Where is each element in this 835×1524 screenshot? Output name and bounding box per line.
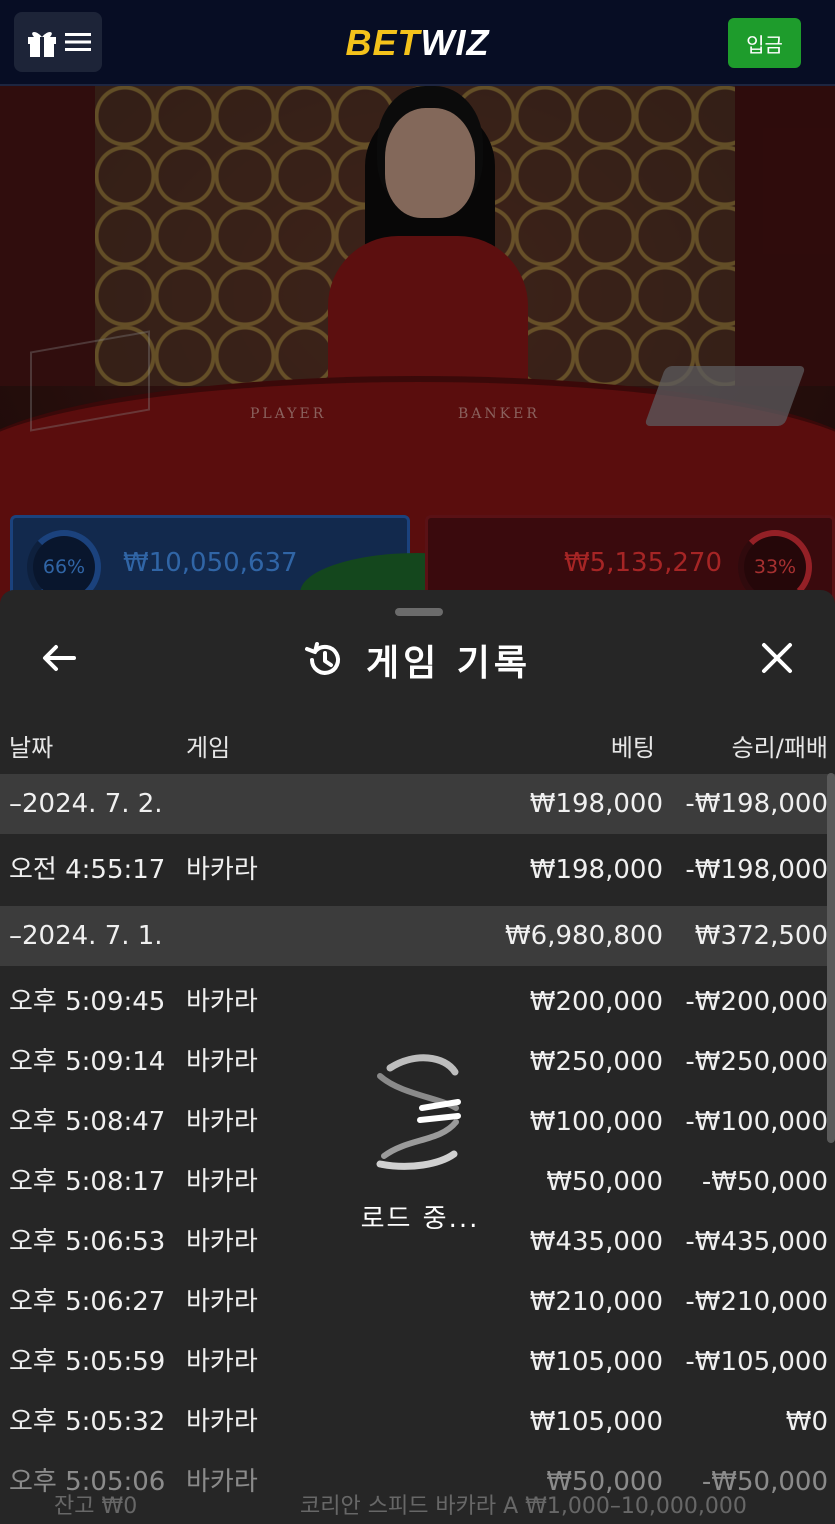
- date-group-row[interactable]: –2024. 7. 1. ₩6,980,800 ₩372,500: [0, 906, 835, 966]
- logo-bet: BET: [345, 22, 421, 63]
- result-cell: -₩100,000: [685, 1107, 828, 1137]
- bet-cell: ₩200,000: [529, 987, 663, 1017]
- history-row[interactable]: 오후 5:05:32 바카라 ₩105,000 ₩0: [0, 1392, 835, 1452]
- bet-cell: ₩105,000: [529, 1407, 663, 1437]
- result-cell: -₩198,000: [685, 789, 828, 819]
- column-header-game[interactable]: 게임: [186, 728, 230, 763]
- game-cell: 바카라: [186, 855, 258, 885]
- bet-cell: ₩50,000: [546, 1167, 663, 1197]
- bet-cell: ₩100,000: [529, 1107, 663, 1137]
- game-cell: 바카라: [186, 1347, 258, 1377]
- result-cell: -₩105,000: [685, 1347, 828, 1377]
- result-cell: -₩435,000: [685, 1227, 828, 1257]
- column-header-bet[interactable]: 베팅: [611, 728, 655, 763]
- history-row[interactable]: 오후 5:05:59 바카라 ₩105,000 -₩105,000: [0, 1332, 835, 1392]
- bet-cell: ₩198,000: [529, 855, 663, 885]
- time-cell: 오전 4:55:17: [9, 855, 166, 885]
- game-cell: 바카라: [186, 1287, 258, 1317]
- time-cell: 오후 5:05:59: [9, 1347, 166, 1377]
- column-header-result[interactable]: 승리/패배: [732, 728, 828, 763]
- result-cell: -₩198,000: [685, 855, 828, 885]
- game-history-modal: 게임 기록 날짜 게임 베팅 승리/패배 –2024. 7. 2. ₩198,00…: [0, 590, 835, 1524]
- game-cell: 바카라: [186, 1107, 258, 1137]
- result-cell: -₩50,000: [701, 1167, 828, 1197]
- result-cell: ₩0: [785, 1407, 828, 1437]
- game-cell: 바카라: [186, 1407, 258, 1437]
- close-icon: [762, 643, 792, 673]
- drag-handle[interactable]: [395, 608, 443, 616]
- date-cell: –2024. 7. 1.: [9, 921, 163, 951]
- bet-cell: ₩198,000: [529, 789, 663, 819]
- bottom-info-bar: 잔고 ₩0 코리안 스피드 바카라 A ₩1,000–10,000,000: [0, 1470, 835, 1524]
- modal-title: 게임 기록: [0, 634, 835, 686]
- game-cell: 바카라: [186, 1047, 258, 1077]
- bet-cell: ₩105,000: [529, 1347, 663, 1377]
- game-cell: 바카라: [186, 987, 258, 1017]
- bet-cell: ₩6,980,800: [504, 921, 663, 951]
- column-header-date[interactable]: 날짜: [9, 728, 53, 763]
- time-cell: 오후 5:05:32: [9, 1407, 166, 1437]
- history-row[interactable]: 오전 4:55:17 바카라 ₩198,000 -₩198,000: [0, 840, 835, 900]
- result-cell: -₩250,000: [685, 1047, 828, 1077]
- modal-title-text: 게임 기록: [365, 643, 531, 684]
- time-cell: 오후 5:08:47: [9, 1107, 166, 1137]
- history-icon: [304, 642, 340, 675]
- loading-text: 로드 중...: [360, 1204, 480, 1234]
- deposit-button[interactable]: 입금: [728, 18, 801, 68]
- top-bar: BETWIZ 입금: [0, 0, 835, 86]
- time-cell: 오후 5:08:17: [9, 1167, 166, 1197]
- time-cell: 오후 5:09:14: [9, 1047, 166, 1077]
- result-cell: -₩210,000: [685, 1287, 828, 1317]
- bet-cell: ₩210,000: [529, 1287, 663, 1317]
- history-row[interactable]: 오후 5:06:27 바카라 ₩210,000 -₩210,000: [0, 1272, 835, 1332]
- bet-cell: ₩435,000: [529, 1227, 663, 1257]
- bet-cell: ₩250,000: [529, 1047, 663, 1077]
- scrollbar[interactable]: [827, 773, 835, 1143]
- result-cell: -₩200,000: [685, 987, 828, 1017]
- date-group-row[interactable]: –2024. 7. 2. ₩198,000 -₩198,000: [0, 774, 835, 834]
- table-limits-text: 코리안 스피드 바카라 A ₩1,000–10,000,000: [300, 1494, 747, 1519]
- time-cell: 오후 5:09:45: [9, 987, 166, 1017]
- logo-wiz: WIZ: [420, 22, 490, 63]
- date-cell: –2024. 7. 2.: [9, 789, 163, 819]
- game-cell: 바카라: [186, 1167, 258, 1197]
- game-cell: 바카라: [186, 1227, 258, 1257]
- result-cell: ₩372,500: [694, 921, 828, 951]
- brand-logo[interactable]: BETWIZ: [0, 22, 835, 64]
- balance-text: 잔고 ₩0: [54, 1494, 138, 1519]
- history-row[interactable]: 오후 5:09:45 바카라 ₩200,000 -₩200,000: [0, 972, 835, 1032]
- time-cell: 오후 5:06:53: [9, 1227, 166, 1257]
- close-button[interactable]: [755, 636, 799, 680]
- time-cell: 오후 5:06:27: [9, 1287, 166, 1317]
